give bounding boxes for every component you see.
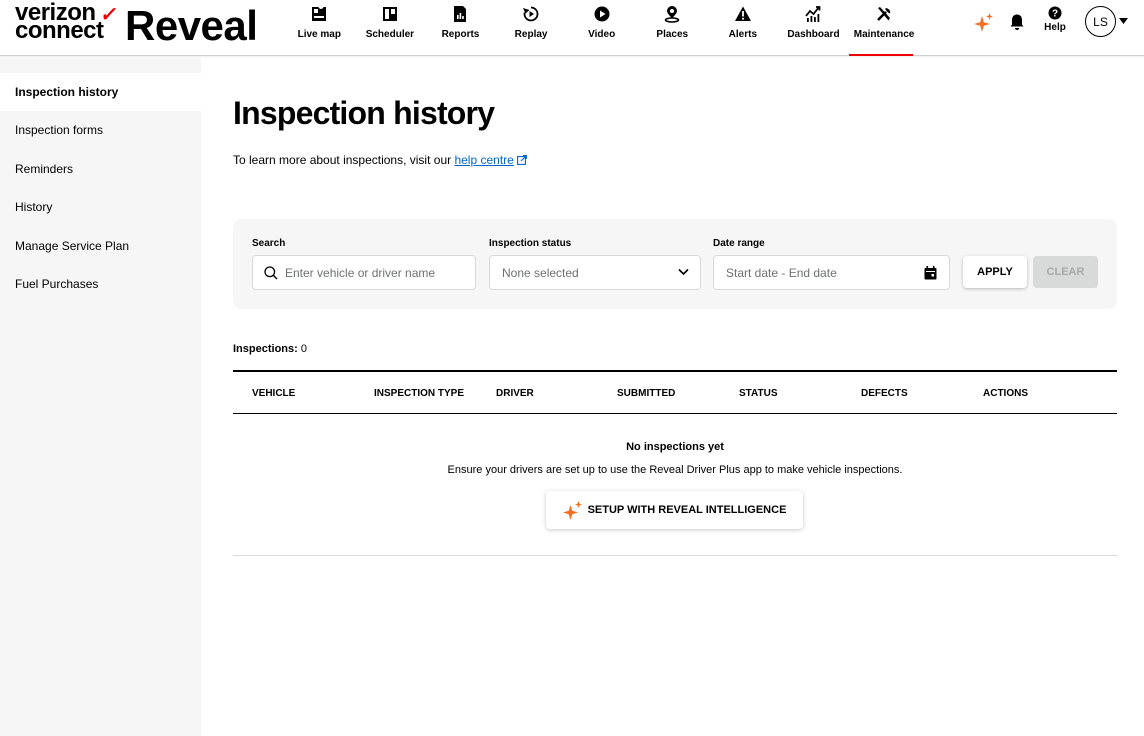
maintenance-icon — [877, 7, 891, 21]
nav-replay[interactable]: Replay — [496, 0, 567, 56]
search-placeholder: Enter vehicle or driver name — [285, 265, 436, 280]
dashboard-icon — [805, 6, 821, 22]
page-title: Inspection history — [233, 95, 495, 131]
search-input[interactable]: Enter vehicle or driver name — [252, 255, 476, 290]
inspections-count: Inspections: 0 — [233, 343, 307, 355]
column-header-status[interactable]: STATUS — [739, 388, 778, 399]
sidebar-item-reminders[interactable]: Reminders — [0, 150, 201, 188]
column-header-inspection-type[interactable]: INSPECTION TYPE — [374, 388, 464, 399]
column-header-submitted[interactable]: SUBMITTED — [617, 388, 675, 399]
empty-state-title: No inspections yet — [626, 441, 724, 453]
nav-scheduler[interactable]: Scheduler — [355, 0, 426, 56]
inspection-status-label: Inspection status — [489, 238, 572, 249]
live-map-icon — [312, 5, 327, 21]
setup-button-label: SETUP WITH REVEAL INTELLIGENCE — [587, 504, 787, 516]
help-icon: ? — [1048, 6, 1062, 20]
inspections-count-value: 0 — [300, 343, 307, 355]
date-range-input[interactable]: Start date - End date — [713, 255, 950, 290]
empty-state-description: Ensure your drivers are set up to use th… — [447, 464, 903, 476]
nav-places[interactable]: Places — [637, 0, 708, 56]
apply-button[interactable]: APPLY — [963, 256, 1027, 288]
scheduler-icon — [382, 7, 397, 21]
external-link-icon[interactable] — [516, 155, 527, 165]
nav-maintenance[interactable]: Maintenance — [848, 0, 920, 56]
sidebar-item-inspection-history[interactable]: Inspection history — [0, 73, 201, 112]
sparkle-icon — [562, 501, 582, 520]
user-avatar[interactable]: LS — [1085, 6, 1116, 37]
filter-panel: Search Enter vehicle or driver name Insp… — [233, 219, 1117, 309]
column-header-driver[interactable]: DRIVER — [496, 388, 534, 399]
nav-video[interactable]: Video — [566, 0, 637, 56]
nav-live-map[interactable]: Live map — [284, 0, 355, 56]
sidebar-menu: Inspection history Inspection forms Remi… — [0, 73, 201, 303]
sidebar: Inspection history Inspection forms Remi… — [0, 57, 201, 736]
sidebar-item-fuel-purchases[interactable]: Fuel Purchases — [0, 265, 201, 303]
sidebar-item-inspection-forms[interactable]: Inspection forms — [0, 111, 201, 149]
replay-icon — [523, 6, 539, 22]
sidebar-item-history[interactable]: History — [0, 188, 201, 226]
places-icon — [664, 6, 680, 23]
inspection-status-value: None selected — [502, 265, 579, 280]
inspection-status-select[interactable]: None selected — [489, 255, 701, 290]
search-label: Search — [252, 238, 286, 249]
sidebar-item-manage-service-plan[interactable]: Manage Service Plan — [0, 227, 201, 265]
notifications-bell-icon[interactable] — [1008, 13, 1026, 31]
column-header-vehicle[interactable]: VEHICLE — [252, 388, 295, 399]
nav-dashboard[interactable]: Dashboard — [778, 0, 849, 56]
column-header-actions: ACTIONS — [983, 388, 1028, 399]
empty-state: No inspections yet Ensure your drivers a… — [233, 414, 1117, 556]
product-name: Reveal — [125, 2, 258, 49]
top-bar: verizon connect ✓ Reveal Live map Schedu… — [0, 0, 1144, 56]
calendar-icon[interactable] — [924, 266, 937, 280]
intro-text: To learn more about inspections, visit o… — [233, 153, 527, 167]
table-header: VEHICLE INSPECTION TYPE DRIVER SUBMITTED… — [233, 370, 1117, 414]
help-centre-link[interactable]: help centre — [454, 153, 513, 167]
svg-text:?: ? — [1052, 9, 1058, 20]
reports-icon — [454, 6, 467, 22]
date-range-placeholder: Start date - End date — [726, 265, 837, 280]
search-icon — [264, 265, 278, 279]
date-range-label: Date range — [713, 238, 765, 249]
alerts-icon — [734, 6, 751, 21]
main-nav: Live map Scheduler Reports Replay Video … — [284, 0, 919, 56]
video-icon — [594, 6, 610, 22]
help-button[interactable]: ? Help — [1040, 6, 1070, 33]
clear-button[interactable]: CLEAR — [1033, 256, 1098, 288]
chevron-down-icon — [678, 268, 689, 276]
caret-down-icon[interactable] — [1119, 18, 1128, 24]
column-header-defects[interactable]: DEFECTS — [861, 388, 908, 399]
reveal-intelligence-sparkle-icon[interactable] — [974, 12, 994, 32]
nav-alerts[interactable]: Alerts — [708, 0, 779, 56]
nav-reports[interactable]: Reports — [425, 0, 496, 56]
setup-with-reveal-intelligence-button[interactable]: SETUP WITH REVEAL INTELLIGENCE — [546, 491, 803, 529]
